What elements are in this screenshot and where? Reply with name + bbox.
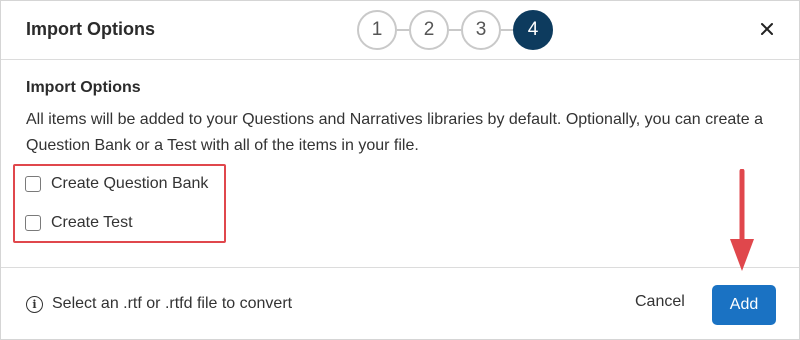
step-2[interactable]: 2	[409, 10, 449, 50]
step-connector	[449, 29, 461, 31]
cancel-button[interactable]: Cancel	[635, 293, 685, 311]
close-icon	[761, 23, 773, 35]
dialog-footer: i Select an .rtf or .rtfd file to conver…	[1, 267, 799, 340]
annotation-arrow-icon	[730, 169, 754, 271]
add-button[interactable]: Add	[712, 285, 776, 325]
create-question-bank-label: Create Question Bank	[51, 175, 209, 192]
step-4-active[interactable]: 4	[513, 10, 553, 50]
import-options-dialog: Import Options 1 2 3 4 Import Options Al…	[0, 0, 800, 340]
step-1[interactable]: 1	[357, 10, 397, 50]
step-connector	[397, 29, 409, 31]
file-note: i Select an .rtf or .rtfd file to conver…	[26, 295, 292, 313]
create-question-bank-option[interactable]: Create Question Bank	[25, 175, 208, 193]
stepper: 1 2 3 4	[357, 10, 553, 50]
info-icon: i	[26, 295, 43, 313]
section-description: All items will be added to your Question…	[26, 111, 763, 154]
create-test-label: Create Test	[51, 214, 133, 231]
dialog-title: Import Options	[26, 19, 155, 39]
dialog-header: Import Options 1 2 3 4	[1, 1, 799, 60]
step-3[interactable]: 3	[461, 10, 501, 50]
file-note-text: Select an .rtf or .rtfd file to convert	[52, 295, 293, 312]
step-connector	[501, 29, 513, 31]
section-title: Import Options	[26, 79, 141, 96]
create-test-option[interactable]: Create Test	[25, 214, 133, 232]
close-button[interactable]	[753, 15, 781, 43]
create-test-checkbox[interactable]	[25, 215, 41, 231]
create-question-bank-checkbox[interactable]	[25, 176, 41, 192]
